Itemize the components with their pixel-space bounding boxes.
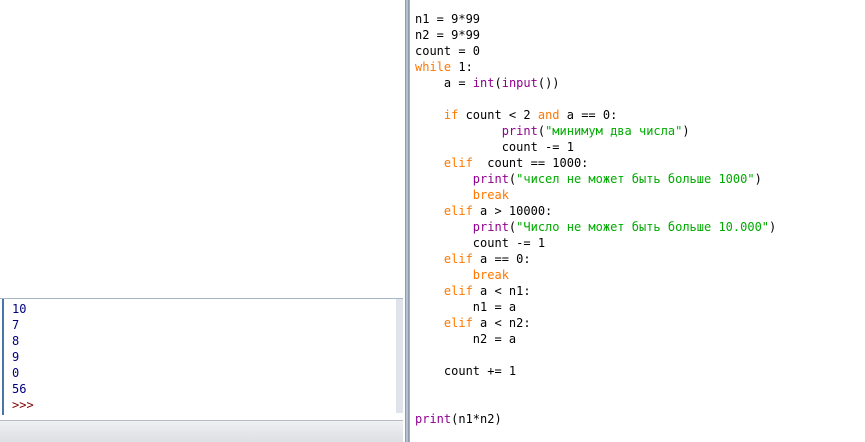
code-token: count = 0 [415, 44, 481, 58]
desktop: 10 7 8 9 0 56 >>> n1 = 9*99 n2 = 9*99 count = 0w… [0, 0, 865, 442]
shell-prompt: >>> [12, 398, 34, 412]
code-builtin: print [415, 412, 452, 426]
code-token: a < n1: [472, 284, 531, 298]
shell-output-line: 9 [12, 350, 20, 364]
code-token: a < n2: [472, 316, 531, 330]
shell-output-line: 7 [12, 318, 20, 332]
python-shell-window: 10 7 8 9 0 56 >>> [0, 0, 405, 442]
code-token: count -= 1 [415, 140, 574, 154]
code-keyword: elif [443, 204, 473, 218]
code-token: count == 1000: [472, 156, 589, 170]
code-line: break [415, 187, 776, 203]
code-builtin: print [472, 220, 509, 234]
code-line: count -= 1 [415, 235, 776, 251]
code-keyword: break [472, 268, 509, 282]
code-token: n1 = 9*99 [415, 12, 481, 26]
code-line: print(n1*n2) [415, 411, 776, 427]
code-token: n2 = a [415, 332, 517, 346]
code-token: count += 1 [415, 364, 517, 378]
code-line: elif a < n1: [415, 283, 776, 299]
code-line: count += 1 [415, 363, 776, 379]
code-keyword: if [443, 108, 459, 122]
code-token: n1 = a [415, 300, 517, 314]
code-token: a > 10000: [472, 204, 553, 218]
code-keyword: break [472, 188, 509, 202]
code-builtin: int [472, 76, 495, 90]
code-line: elif a == 0: [415, 251, 776, 267]
code-token: ) [754, 172, 762, 186]
code-editor-window[interactable]: n1 = 9*99 n2 = 9*99 count = 0 while 1: a = … [409, 0, 865, 442]
shell-status-bar [0, 420, 403, 442]
code-token: ) [682, 124, 690, 138]
code-line: elif a < n2: [415, 315, 776, 331]
code-token: count -= 1 [415, 236, 546, 250]
code-line: if count < 2 and a == 0: [415, 107, 776, 123]
code-token: a = [415, 76, 473, 90]
shell-vertical-scrollbar[interactable] [396, 299, 403, 413]
code-token: ) [769, 220, 777, 234]
shell-frame: 10 7 8 9 0 56 >>> [0, 298, 403, 442]
code-token: a == 0: [559, 108, 618, 122]
code-keyword: and [537, 108, 560, 122]
code-token: n2 = 9*99 [415, 28, 481, 42]
code-builtin: print [501, 124, 538, 138]
code-line: count -= 1 [415, 139, 776, 155]
code-token: ( [494, 76, 502, 90]
code-keyword: while [415, 60, 452, 74]
code-string: "чисел не может быть больше 1000" [516, 172, 755, 186]
code-token: ( [537, 124, 546, 138]
code-line: n1 = a [415, 299, 776, 315]
code-line: a = int(input()) [415, 75, 776, 91]
code-builtin: print [472, 172, 509, 186]
shell-output-line: 10 [12, 302, 27, 316]
code-line: print("чисел не может быть больше 1000") [415, 171, 776, 187]
code-token: (n1*n2) [451, 412, 502, 426]
shell-output-line: 56 [12, 382, 27, 396]
code-keyword: elif [443, 284, 473, 298]
code-line: print("Число не может быть больше 10.000… [415, 219, 776, 235]
shell-output-line: 8 [12, 334, 20, 348]
code-line: while 1: [415, 59, 776, 75]
code-string: "минимум два числа" [545, 124, 683, 138]
code-keyword: elif [443, 156, 473, 170]
code-builtin: input [501, 76, 538, 90]
code-token: a == 0: [472, 252, 531, 266]
code-text-area[interactable]: n1 = 9*99 n2 = 9*99 count = 0 while 1: a = … [415, 11, 776, 427]
code-string: "Число не может быть больше 10.000" [516, 220, 770, 234]
code-line: n2 = 9*99 [415, 27, 776, 43]
code-keyword: elif [443, 252, 473, 266]
code-token: 1: [451, 60, 473, 74]
code-line: break [415, 267, 776, 283]
code-line: n2 = a [415, 331, 776, 347]
code-line: n1 = 9*99 [415, 11, 776, 27]
code-token: count < 2 [458, 108, 538, 122]
code-token: ()) [537, 76, 560, 90]
shell-output[interactable]: 10 7 8 9 0 56 >>> [2, 299, 396, 415]
code-line: elif count == 1000: [415, 155, 776, 171]
shell-output-line: 0 [12, 366, 20, 380]
code-line: count = 0 [415, 43, 776, 59]
code-line: elif a > 10000: [415, 203, 776, 219]
code-keyword: elif [443, 316, 473, 330]
code-line: print("минимум два числа") [415, 123, 776, 139]
